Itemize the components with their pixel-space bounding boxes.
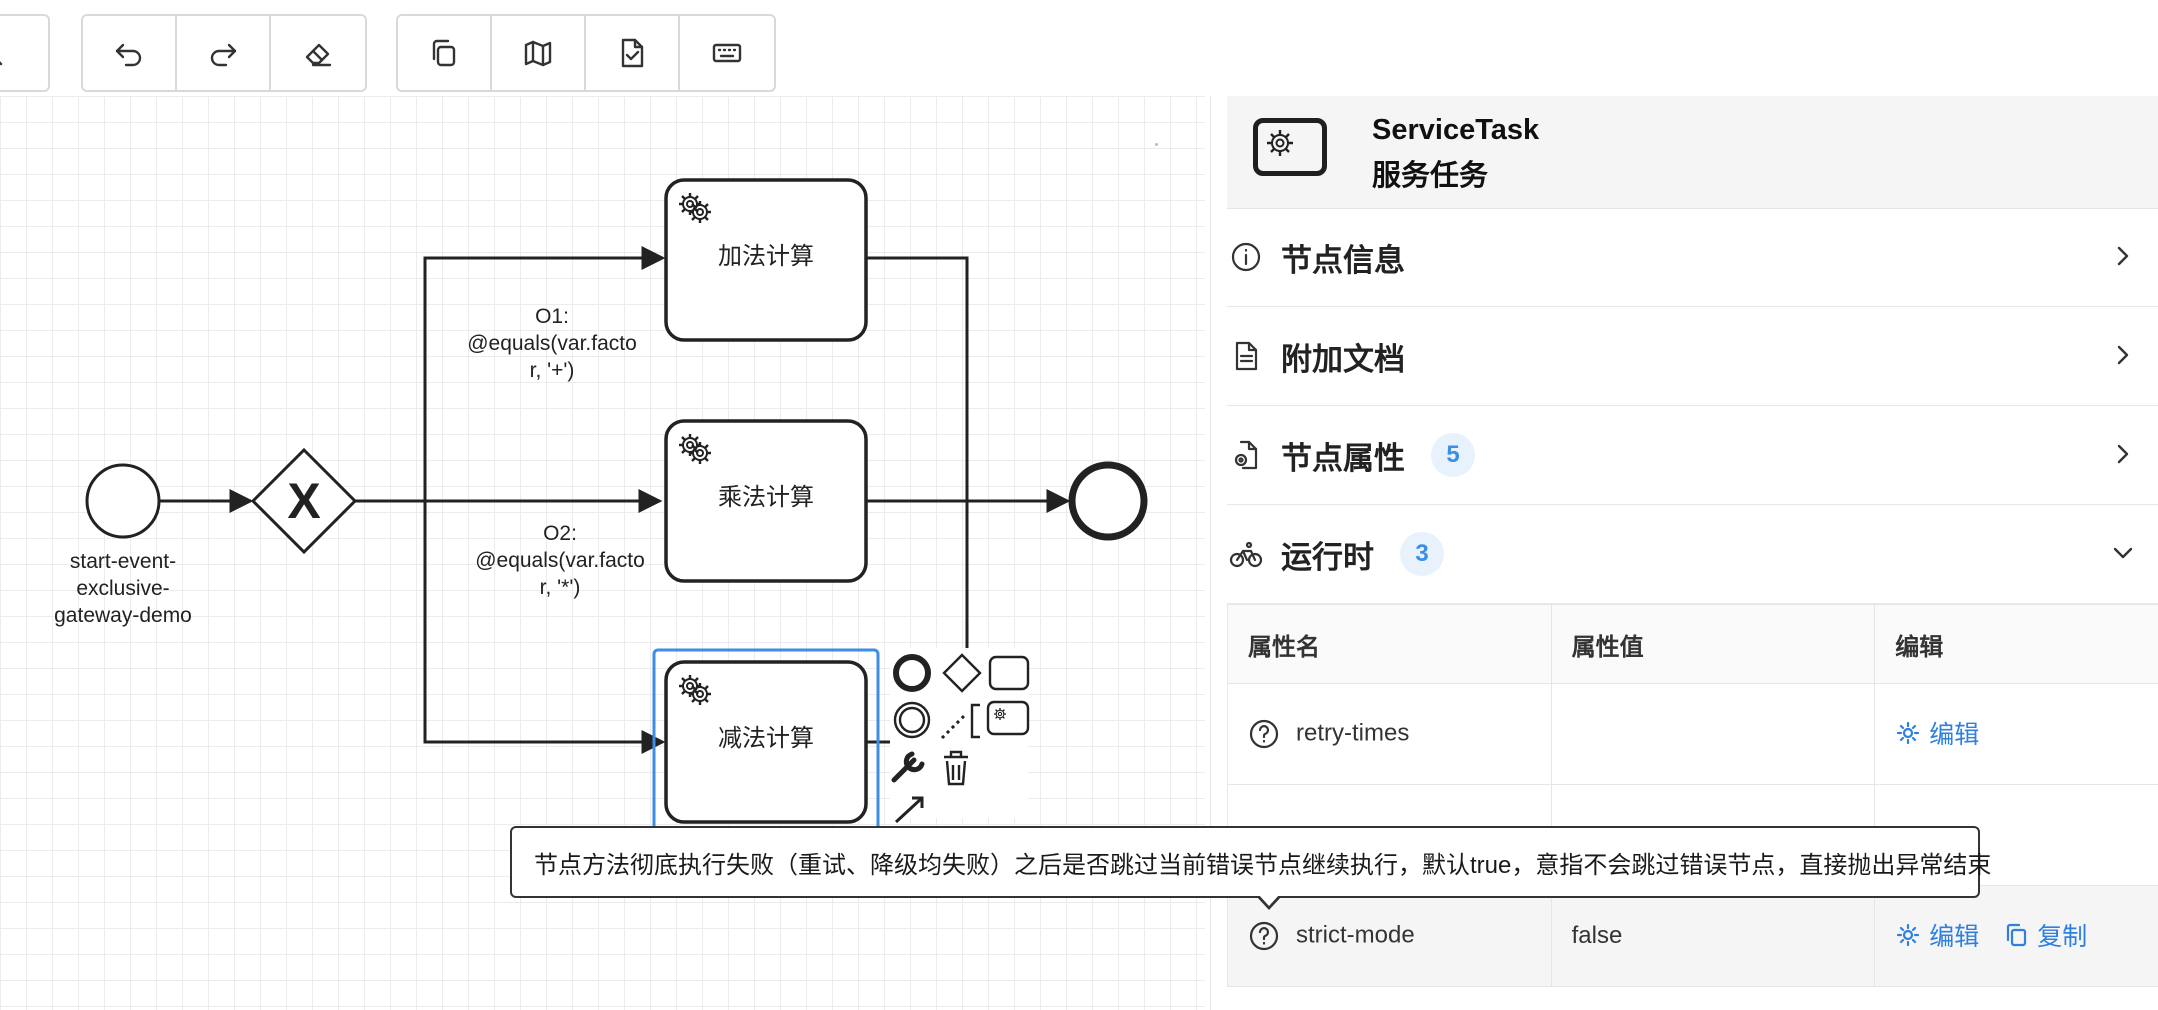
property-name: retry-times: [1296, 719, 1410, 747]
help-icon[interactable]: [1248, 718, 1280, 750]
property-name-cell: retry-times: [1227, 683, 1552, 785]
copy-icon: [432, 39, 456, 67]
toolbar-edit-group: [81, 14, 367, 92]
keyboard-button[interactable]: [680, 16, 774, 90]
task-label-add: 加法计算: [718, 243, 814, 270]
chevron-right-icon: [2117, 345, 2129, 365]
context-pad: [890, 648, 1030, 824]
eraser-button[interactable]: [271, 16, 365, 90]
tooltip-arrow: [1256, 894, 1282, 910]
edit-button[interactable]: 编辑: [1895, 715, 1979, 751]
task-label-multiply: 乘法计算: [718, 484, 814, 511]
table-row: strict-mode false 编辑 复制: [1227, 885, 2158, 987]
zoom-out-icon: [0, 61, 3, 66]
exclusive-gateway[interactable]: X: [250, 447, 358, 555]
section-node-properties[interactable]: 节点属性 5: [1227, 406, 2158, 505]
document-icon: [1235, 341, 1258, 371]
validate-button[interactable]: [586, 16, 680, 90]
redo-button[interactable]: [177, 16, 271, 90]
runtime-properties-table: 属性名 属性值 编辑 retry-times 编辑 strict-mode fa…: [1227, 604, 2158, 987]
table-header-row: 属性名 属性值 编辑: [1227, 604, 2158, 684]
section-label: 节点属性: [1281, 440, 1405, 476]
section-node-info[interactable]: 节点信息: [1227, 208, 2158, 307]
toolbar-zoom-group: [0, 14, 50, 92]
help-icon[interactable]: [1248, 920, 1280, 952]
property-value: false: [1550, 885, 1876, 987]
table-row: retry-times 编辑: [1227, 683, 2158, 785]
flow-label-o1: O1: @equals(var.facto r, '+'): [467, 305, 637, 382]
panel-title: ServiceTask: [1372, 114, 1540, 146]
info-icon: [1231, 242, 1261, 272]
flow-label-o2: O2: @equals(var.facto r, '*'): [475, 522, 645, 599]
copy-button[interactable]: [398, 16, 492, 90]
keyboard-icon: [712, 43, 742, 63]
map-icon: [524, 40, 552, 67]
eraser-icon: [305, 43, 332, 67]
property-actions: 编辑: [1874, 683, 2158, 785]
section-label: 运行时: [1281, 539, 1374, 575]
column-header-edit: 编辑: [1874, 604, 2158, 684]
section-documentation[interactable]: 附加文档: [1227, 307, 2158, 406]
zoom-out-button[interactable]: [0, 16, 48, 90]
edit-button[interactable]: 编辑: [1895, 917, 1979, 953]
panel-subtitle: 服务任务: [1372, 160, 1489, 192]
file-check-icon: [621, 38, 644, 68]
service-task-icon: [1253, 118, 1327, 176]
count-badge: 5: [1431, 433, 1475, 477]
copy-button[interactable]: 复制: [2003, 917, 2087, 953]
chevron-right-icon: [2117, 246, 2129, 266]
section-runtime[interactable]: 运行时 3: [1227, 505, 2158, 604]
chevron-down-icon: [2113, 547, 2133, 559]
start-event[interactable]: [85, 463, 161, 539]
copy-icon: [2007, 923, 2027, 947]
end-event[interactable]: [1068, 461, 1148, 541]
gear-icon: [1897, 721, 1920, 745]
panel-header: ServiceTask 服务任务: [1227, 96, 2158, 209]
help-tooltip: 节点方法彻底执行失败（重试、降级均失败）之后是否跳过当前错误节点继续执行，默认t…: [510, 826, 1991, 898]
column-header-value: 属性值: [1550, 604, 1876, 684]
gateway-symbol: X: [287, 473, 320, 529]
property-value: [1550, 683, 1876, 785]
property-name: strict-mode: [1296, 921, 1415, 949]
section-label: 附加文档: [1281, 341, 1405, 377]
gear-icon: [1897, 923, 1920, 947]
undo-icon: [115, 43, 142, 67]
column-header-name: 属性名: [1227, 604, 1552, 684]
canvas-dot: [1155, 143, 1158, 146]
file-settings-icon: [1234, 440, 1258, 470]
undo-button[interactable]: [83, 16, 177, 90]
start-event-label: start-event- exclusive- gateway-demo: [54, 550, 192, 627]
minimap-button[interactable]: [492, 16, 586, 90]
redo-icon: [210, 43, 237, 67]
section-label: 节点信息: [1281, 242, 1405, 278]
task-label-subtract: 减法计算: [718, 725, 814, 752]
count-badge: 3: [1400, 532, 1444, 576]
property-actions: 编辑 复制: [1874, 885, 2158, 987]
toolbar-tools-group: [396, 14, 776, 92]
chevron-right-icon: [2117, 444, 2129, 464]
bike-icon: [1229, 541, 1263, 568]
